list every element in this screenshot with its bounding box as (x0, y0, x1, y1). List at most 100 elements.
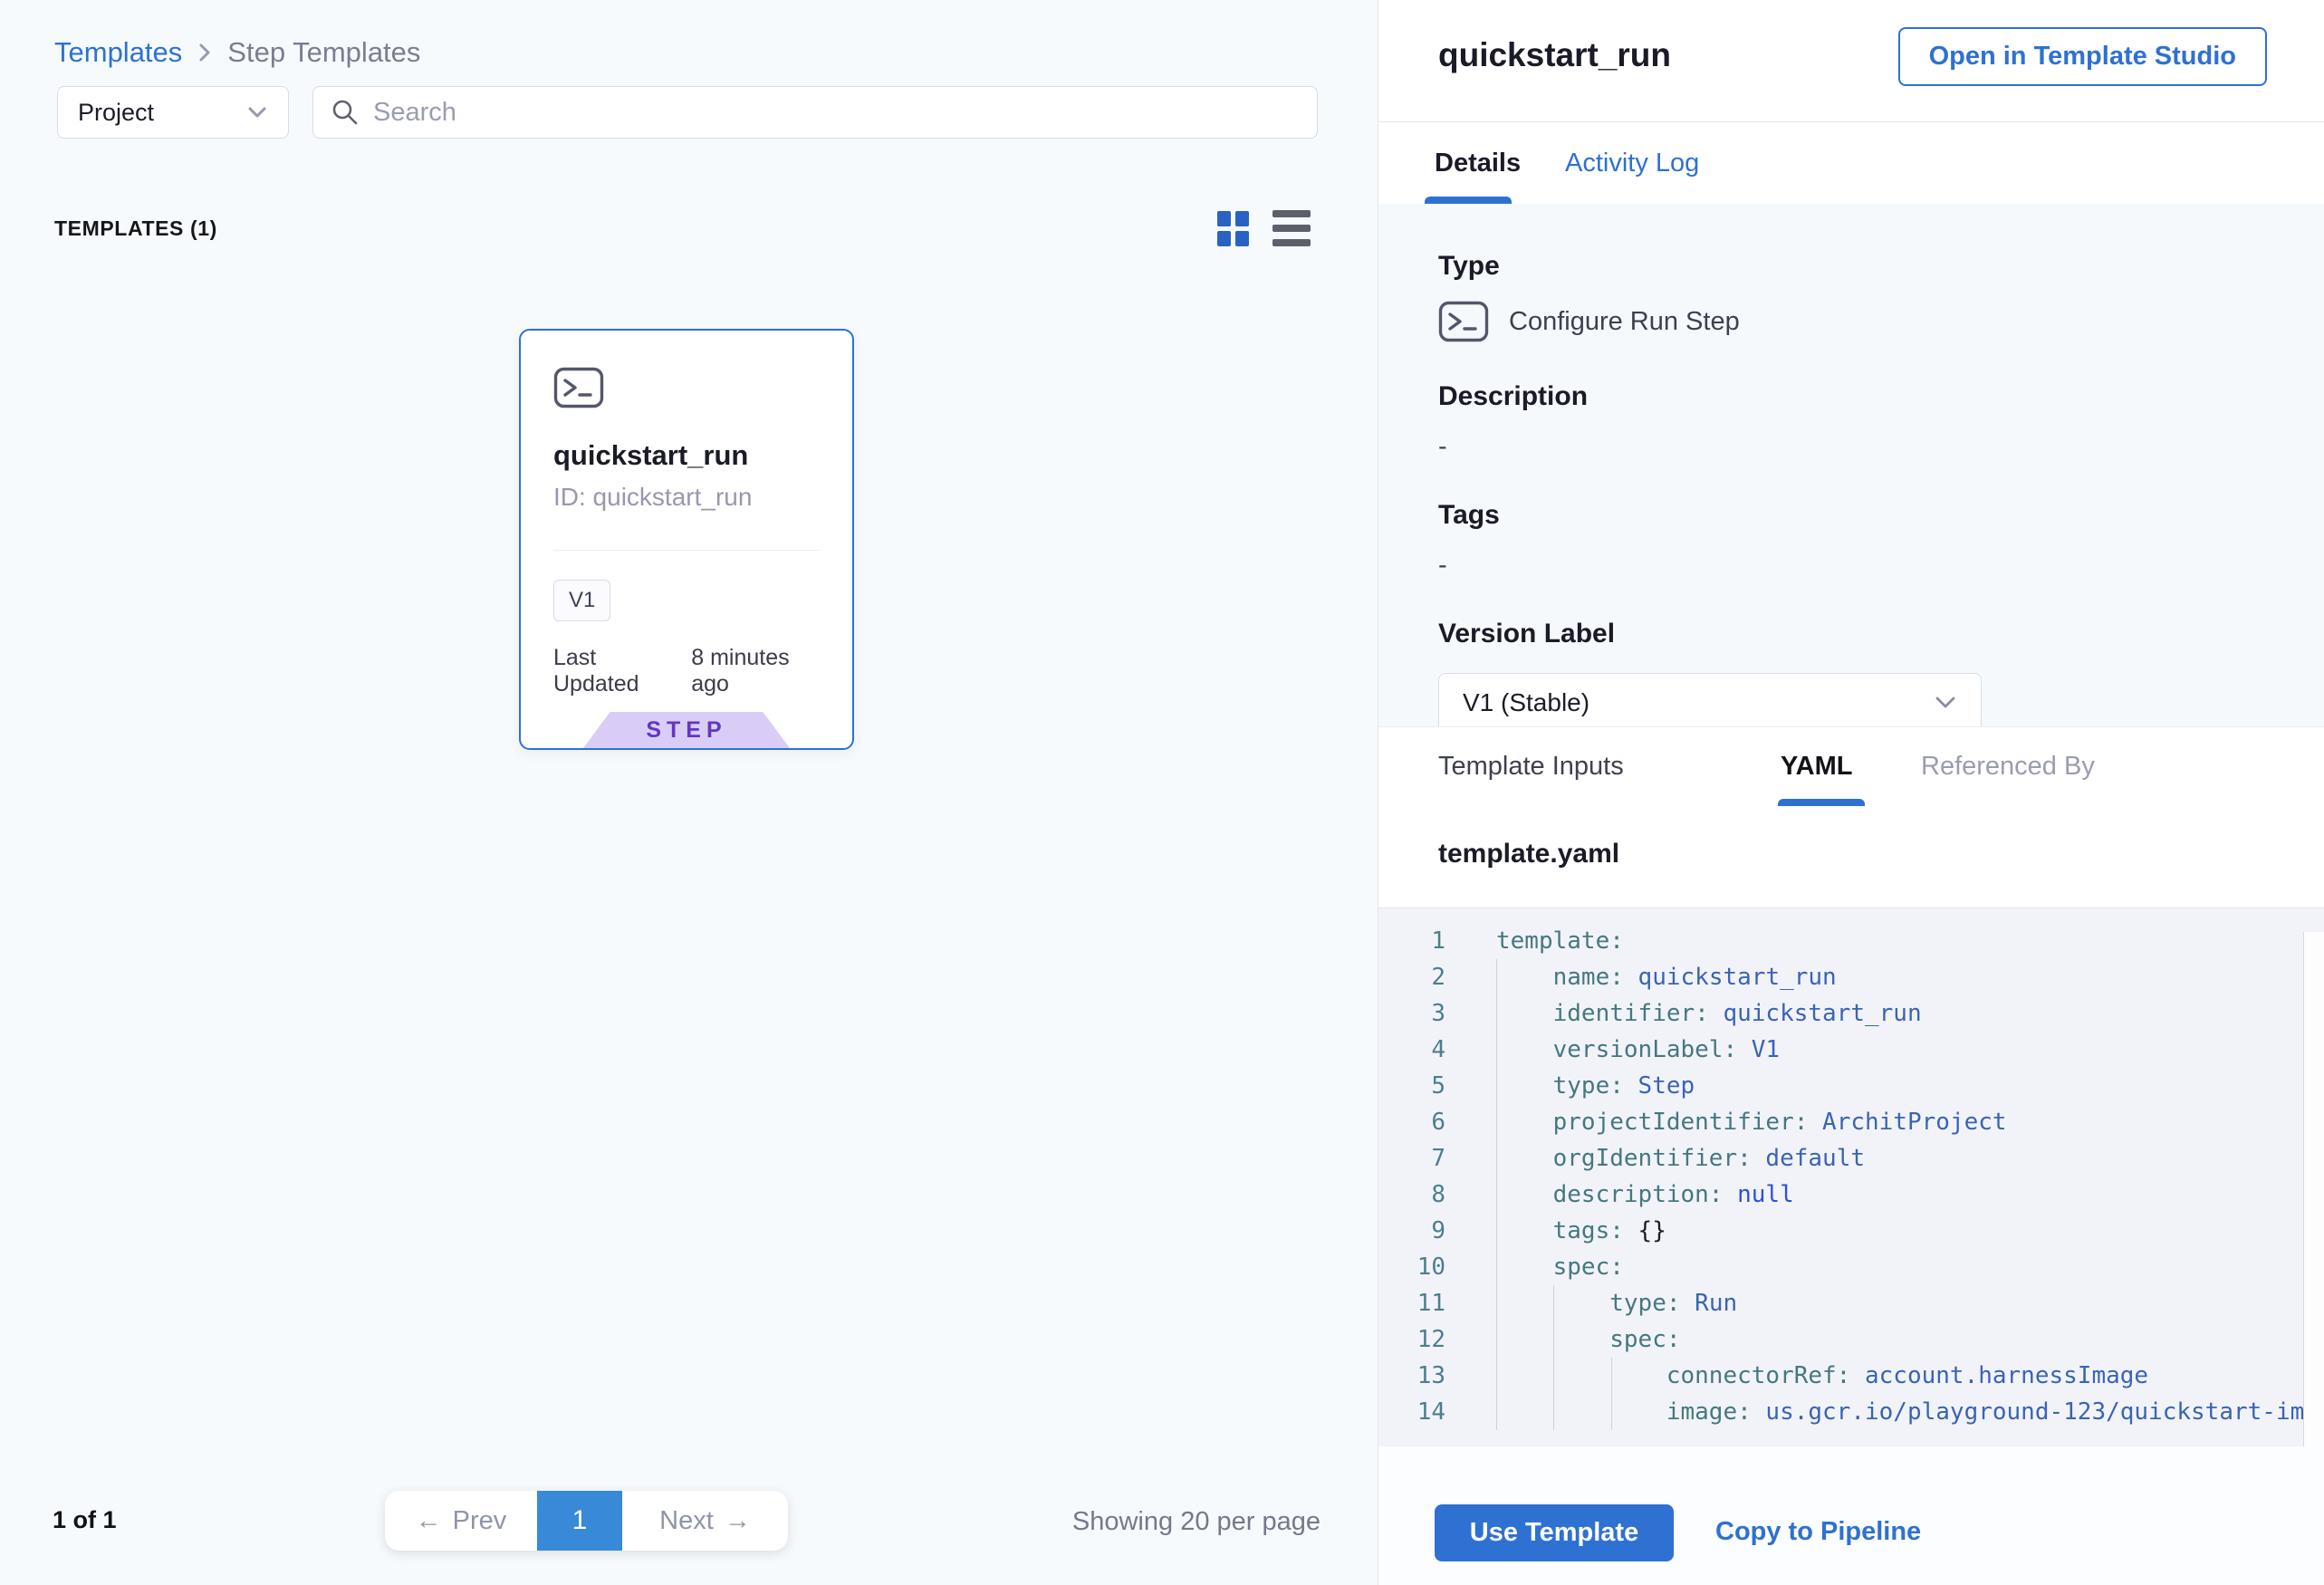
details-panel-footer: Use Template Copy to Pipeline (1378, 1446, 2324, 1585)
next-label: Next (659, 1506, 714, 1536)
breadcrumb-templates-link[interactable]: Templates (54, 36, 182, 69)
line-number: 8 (1378, 1181, 1451, 1208)
scope-select-value: Project (78, 99, 154, 127)
yaml-line: 11 type: Run (1378, 1285, 2324, 1321)
code-text: template: (1496, 927, 1624, 955)
yaml-line: 13 connectorRef: account.harnessImage (1378, 1358, 2324, 1394)
code-text: tags: {} (1496, 1217, 1666, 1244)
yaml-file-header: template.yaml (1378, 806, 2324, 908)
yaml-line: 1template: (1378, 923, 2324, 959)
prev-label: Prev (453, 1506, 507, 1536)
card-id: ID: quickstart_run (553, 483, 820, 512)
templates-count-heading: TEMPLATES (1) (54, 216, 217, 241)
yaml-line: 12 spec: (1378, 1321, 2324, 1358)
code-text: versionLabel: V1 (1496, 1036, 1780, 1063)
type-value: Configure Run Step (1509, 307, 1740, 337)
yaml-line: 6 projectIdentifier: ArchitProject (1378, 1104, 2324, 1140)
yaml-line: 10 spec: (1378, 1249, 2324, 1285)
details-tabs: Details Activity Log (1378, 122, 2324, 204)
template-details-panel: quickstart_run Open in Template Studio D… (1378, 0, 2324, 1585)
code-text: identifier: quickstart_run (1496, 1000, 1922, 1027)
grid-view-icon[interactable] (1217, 211, 1249, 246)
line-number: 3 (1378, 1000, 1451, 1027)
run-step-icon (1438, 300, 1489, 343)
yaml-subtabs: Template Inputs YAML Referenced By (1378, 726, 2324, 806)
tab-details[interactable]: Details (1435, 122, 1521, 204)
tags-label: Tags (1438, 500, 2324, 531)
next-page-button[interactable]: Next → (622, 1491, 788, 1551)
indent-guide (1496, 959, 1497, 1430)
indent-guide (1553, 1285, 1554, 1430)
yaml-line: 14 image: us.gcr.io/playground-123/quick… (1378, 1394, 2324, 1430)
chevron-down-icon (1934, 696, 1957, 710)
tab-activity-log[interactable]: Activity Log (1565, 122, 1699, 204)
card-divider (553, 550, 820, 551)
yaml-line: 4 versionLabel: V1 (1378, 1032, 2324, 1068)
line-number: 13 (1378, 1362, 1451, 1389)
description-value: - (1438, 432, 2324, 462)
list-header: TEMPLATES (1) (54, 210, 1311, 246)
list-view-icon[interactable] (1272, 210, 1311, 246)
breadcrumb-current: Step Templates (227, 36, 420, 69)
run-step-icon (553, 367, 604, 408)
prev-page-button[interactable]: ← Prev (385, 1491, 537, 1551)
active-subtab-underline (1778, 799, 1865, 806)
code-text: projectIdentifier: ArchitProject (1496, 1109, 2007, 1136)
code-text: type: Run (1496, 1290, 1737, 1317)
details-panel-header: quickstart_run Open in Template Studio (1378, 0, 2324, 122)
tab-referenced-by[interactable]: Referenced By (1921, 727, 2095, 806)
prev-arrow-icon: ← (416, 1506, 442, 1536)
version-select-value: V1 (Stable) (1463, 688, 1589, 717)
code-text: type: Step (1496, 1072, 1695, 1100)
yaml-line: 9 tags: {} (1378, 1213, 2324, 1249)
yaml-code-lines: 1template:2 name: quickstart_run3 identi… (1378, 908, 2324, 1430)
yaml-line: 5 type: Step (1378, 1068, 2324, 1104)
card-last-updated: Last Updated 8 minutes ago (553, 645, 820, 697)
line-number: 12 (1378, 1326, 1451, 1353)
code-text: spec: (1496, 1326, 1681, 1353)
template-card[interactable]: quickstart_run ID: quickstart_run V1 Las… (519, 329, 854, 750)
search-icon (330, 97, 360, 128)
type-row: Configure Run Step (1438, 300, 2324, 343)
version-select[interactable]: V1 (Stable) (1438, 673, 1982, 733)
code-text: orgIdentifier: default (1496, 1145, 1865, 1172)
line-number: 2 (1378, 964, 1451, 991)
tab-template-inputs[interactable]: Template Inputs (1438, 727, 1624, 806)
code-text: image: us.gcr.io/playground-123/quicksta… (1496, 1398, 2324, 1426)
search-input[interactable] (373, 98, 1301, 128)
scope-select[interactable]: Project (57, 86, 289, 139)
yaml-line: 3 identifier: quickstart_run (1378, 995, 2324, 1032)
last-updated-value: 8 minutes ago (691, 645, 820, 697)
line-number: 14 (1378, 1398, 1451, 1426)
yaml-line: 8 description: null (1378, 1177, 2324, 1213)
open-in-template-studio-button[interactable]: Open in Template Studio (1898, 27, 2267, 86)
yaml-line: 7 orgIdentifier: default (1378, 1140, 2324, 1177)
panel-title: quickstart_run (1438, 36, 1671, 74)
tab-yaml[interactable]: YAML (1781, 727, 1853, 806)
search-box (312, 86, 1318, 139)
use-template-button[interactable]: Use Template (1435, 1504, 1674, 1561)
card-step-type-badge: STEP (583, 712, 790, 748)
page-1-button[interactable]: 1 (537, 1491, 622, 1551)
page-count: 1 of 1 (53, 1506, 117, 1534)
card-version-badge: V1 (553, 580, 610, 621)
yaml-file-name: template.yaml (1438, 839, 1619, 869)
line-number: 10 (1378, 1254, 1451, 1281)
tags-value: - (1438, 551, 2324, 581)
yaml-editor[interactable]: 1template:2 name: quickstart_run3 identi… (1378, 908, 2324, 1446)
yaml-line: 2 name: quickstart_run (1378, 959, 2324, 995)
description-label: Description (1438, 381, 2324, 412)
breadcrumb: Templates Step Templates (54, 36, 420, 69)
copy-to-pipeline-button[interactable]: Copy to Pipeline (1715, 1517, 1921, 1547)
yaml-scrollbar[interactable] (2303, 932, 2324, 1446)
breadcrumb-chevron-icon (195, 41, 215, 64)
chevron-down-icon (246, 106, 268, 119)
code-text: description: null (1496, 1181, 1794, 1208)
last-updated-label: Last Updated (553, 645, 675, 697)
line-number: 5 (1378, 1072, 1451, 1100)
active-tab-underline (1425, 197, 1512, 204)
version-label: Version Label (1438, 619, 2324, 649)
code-text: connectorRef: account.harnessImage (1496, 1362, 2148, 1389)
line-number: 9 (1378, 1217, 1451, 1244)
view-toggles (1217, 210, 1311, 246)
